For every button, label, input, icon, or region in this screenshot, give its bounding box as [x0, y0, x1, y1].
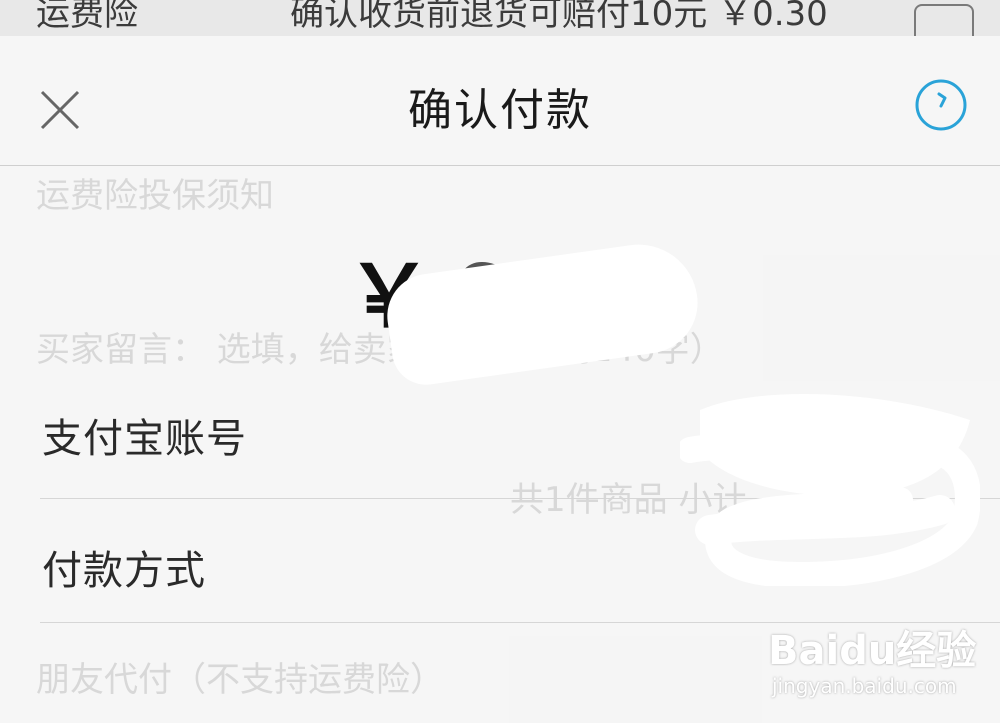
timer-icon: [915, 79, 967, 131]
alipay-account-row[interactable]: 支付宝账号: [42, 370, 1000, 496]
bg-shipping-insurance-desc: 确认收货前退货可赔付10元 ￥0.30: [290, 0, 828, 34]
bg-checkbox: [914, 4, 974, 36]
baidu-watermark: Baidu经验 jingyan.baidu.com: [768, 618, 988, 708]
row-divider: [40, 498, 1000, 499]
payment-method-row[interactable]: 付款方式: [42, 502, 1000, 628]
sheet-title: 确认付款: [408, 85, 592, 136]
bg-shipping-insurance-label: 运费险: [36, 0, 138, 34]
ghost-friend-pay: 朋友代付（不支持运费险）: [36, 660, 444, 700]
watermark-brand: Baidu经验: [768, 628, 977, 674]
watermark-domain: jingyan.baidu.com: [772, 674, 957, 698]
timer-button[interactable]: [912, 76, 970, 134]
ghost-insurance-notice: 运费险投保须知: [36, 176, 274, 216]
payment-method-label: 付款方式: [42, 548, 206, 594]
alipay-account-label: 支付宝账号: [42, 416, 247, 462]
sheet-header: 确认付款: [0, 36, 1000, 166]
